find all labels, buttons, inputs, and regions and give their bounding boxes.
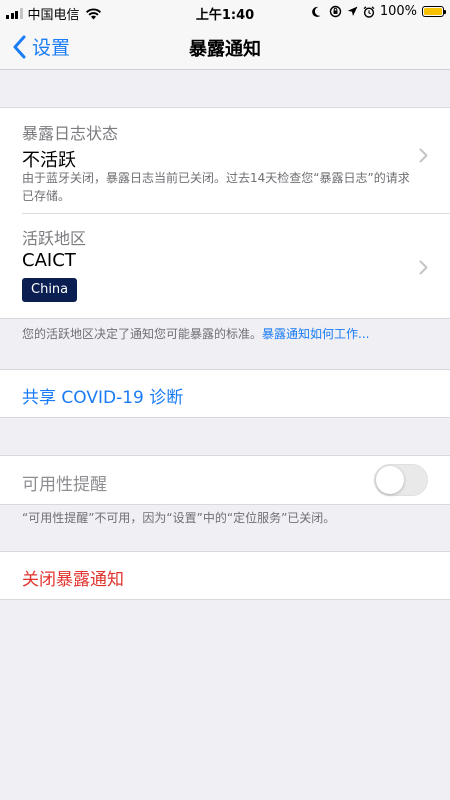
nav-bar: 设置 暴露通知 xyxy=(0,24,450,70)
battery-percent: 100% xyxy=(379,4,417,19)
availability-toggle[interactable] xyxy=(374,464,428,496)
log-status-row[interactable]: 暴露日志状态 不活跃 由于蓝牙关闭，暴露日志当前已关闭。过去14天检查您“暴露日… xyxy=(0,108,450,213)
share-diagnosis-button[interactable]: 共享 COVID-19 诊断 xyxy=(22,383,183,408)
how-it-works-link[interactable]: 暴露通知如何工作... xyxy=(262,327,369,341)
availability-row: 可用性提醒 xyxy=(0,455,450,505)
chevron-right-icon xyxy=(419,260,428,275)
toggle-knob xyxy=(376,466,404,494)
orientation-lock-icon xyxy=(329,5,342,18)
chevron-right-icon xyxy=(419,148,428,163)
region-footer: 您的活跃地区决定了通知您可能暴露的标准。暴露通知如何工作... xyxy=(22,325,436,343)
region-badge: China xyxy=(22,278,78,302)
status-bar: 中国电信 上午1:40 100% xyxy=(0,0,450,24)
location-icon xyxy=(347,6,358,16)
availability-label: 可用性提醒 xyxy=(22,475,107,495)
battery-fill xyxy=(424,8,442,15)
region-label: 活跃地区 xyxy=(22,229,87,248)
alarm-icon xyxy=(363,5,375,18)
turn-off-row[interactable]: 关闭暴露通知 xyxy=(0,551,450,600)
exposure-info-group: 暴露日志状态 不活跃 由于蓝牙关闭，暴露日志当前已关闭。过去14天检查您“暴露日… xyxy=(0,107,450,319)
log-status-label: 暴露日志状态 xyxy=(22,124,119,143)
log-status-description: 由于蓝牙关闭，暴露日志当前已关闭。过去14天检查您“暴露日志”的请求已存储。 xyxy=(22,171,410,203)
region-footer-text: 您的活跃地区决定了通知您可能暴露的标准。 xyxy=(22,327,263,341)
status-right: 100% xyxy=(311,4,446,19)
screen: 中国电信 上午1:40 100% 设置 暴露通知 暴露日志状态 不活跃 由于蓝牙… xyxy=(0,0,450,800)
page-title: 暴露通知 xyxy=(189,39,261,60)
region-value: CAICT xyxy=(22,250,76,271)
region-row[interactable]: 活跃地区 CAICT China xyxy=(0,214,450,318)
moon-icon xyxy=(311,6,321,17)
availability-footer: “可用性提醒”不可用，因为“设置”中的“定位服务”已关闭。 xyxy=(22,511,336,525)
turn-off-button[interactable]: 关闭暴露通知 xyxy=(22,565,124,590)
battery-icon xyxy=(422,6,446,17)
share-diagnosis-row[interactable]: 共享 COVID-19 诊断 xyxy=(0,369,450,418)
